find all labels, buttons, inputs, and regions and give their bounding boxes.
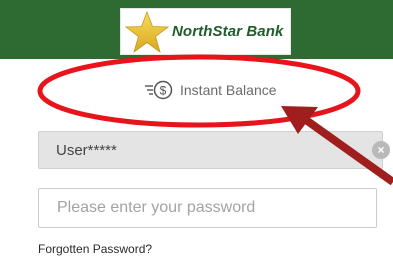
- password-field[interactable]: [38, 188, 377, 228]
- clear-icon[interactable]: ×: [372, 141, 390, 159]
- coin-dollar-icon: $: [145, 80, 173, 100]
- bank-name: NorthStar Bank: [172, 23, 284, 40]
- bank-logo: NorthStar Bank: [120, 8, 291, 55]
- app-header: NorthStar Bank: [0, 0, 393, 59]
- star-icon: [125, 11, 169, 53]
- instant-balance-button[interactable]: $ Instant Balance: [144, 79, 277, 101]
- username-value: User*****: [56, 142, 117, 159]
- forgot-password-link[interactable]: Forgotten Password?: [38, 242, 152, 256]
- svg-text:$: $: [160, 84, 167, 98]
- username-field[interactable]: User***** ×: [38, 131, 390, 169]
- instant-balance-label: Instant Balance: [180, 82, 277, 98]
